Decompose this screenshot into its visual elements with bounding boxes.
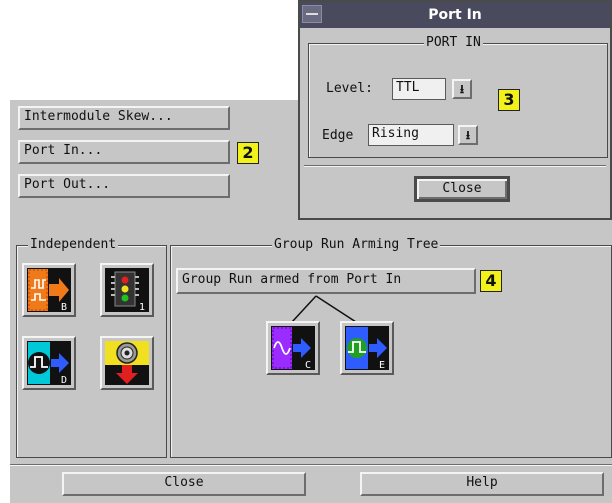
icon-letter: 1 xyxy=(139,302,145,312)
dialog-titlebar[interactable]: Port In xyxy=(300,2,610,28)
independent-legend: Independent xyxy=(28,237,119,252)
dialog-title: Port In xyxy=(428,7,482,23)
level-dropdown-icon[interactable]: ⭳ xyxy=(452,79,472,99)
level-select[interactable]: TTL xyxy=(392,78,446,100)
port-in-dialog: Port In PORT IN Level: TTL ⭳ 3 Edge Risi… xyxy=(298,0,612,220)
edge-select[interactable]: Rising xyxy=(368,124,454,146)
dialog-separator xyxy=(304,165,606,167)
chip-traffic-light-icon[interactable]: 1 xyxy=(100,263,154,317)
close-button[interactable]: Close xyxy=(62,472,306,496)
help-button[interactable]: Help xyxy=(360,472,604,496)
bottom-separator xyxy=(10,464,612,466)
edge-dropdown-icon[interactable]: ⭳ xyxy=(458,125,478,145)
arming-tree-legend: Group Run Arming Tree xyxy=(272,237,441,252)
pulse-output-icon[interactable]: D xyxy=(22,336,76,390)
callout-2: 2 xyxy=(237,142,259,164)
sine-analyzer-icon[interactable]: C xyxy=(266,321,320,375)
window-menu-icon[interactable] xyxy=(302,5,322,23)
port-in-button[interactable]: Port In... xyxy=(18,140,230,164)
callout-3: 3 xyxy=(498,89,520,111)
icon-letter: E xyxy=(379,360,385,370)
icon-letter: D xyxy=(61,375,67,385)
tree-connector-lines xyxy=(291,295,357,323)
port-out-button[interactable]: Port Out... xyxy=(18,174,230,198)
bnc-connector-down-icon[interactable] xyxy=(100,336,154,390)
edge-label: Edge xyxy=(322,128,354,143)
callout-4: 4 xyxy=(480,270,502,292)
icon-letter: C xyxy=(305,360,311,370)
group-run-armed-button[interactable]: Group Run armed from Port In xyxy=(176,268,476,294)
icon-letter: B xyxy=(61,302,67,312)
waveform-output-icon[interactable]: B xyxy=(22,263,76,317)
port-in-group-legend: PORT IN xyxy=(424,35,483,50)
dialog-close-button[interactable]: Close xyxy=(414,176,510,202)
pulse-analyzer-icon[interactable]: E xyxy=(340,321,394,375)
intermodule-skew-button[interactable]: Intermodule Skew... xyxy=(18,106,230,130)
level-label: Level: xyxy=(326,81,373,96)
